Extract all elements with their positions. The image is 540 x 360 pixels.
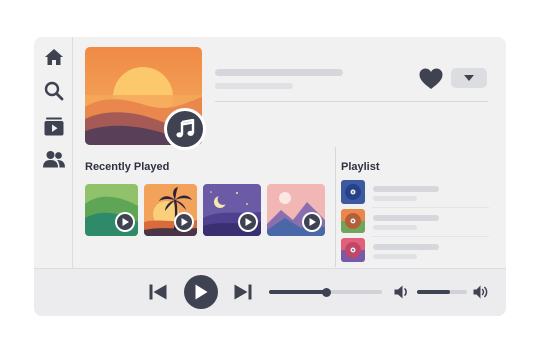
caret-down-icon [464, 75, 474, 81]
play-icon [122, 218, 129, 226]
sidebar [34, 37, 73, 268]
playlist-row-divider [372, 236, 489, 237]
playlist-item-2[interactable] [341, 209, 489, 233]
sidebar-item-home[interactable] [41, 45, 67, 69]
playlist-item-subtitle-placeholder [373, 196, 417, 201]
play-button[interactable] [184, 275, 218, 309]
playlist-item-subtitle-placeholder [373, 225, 417, 230]
playlist-item-subtitle-placeholder [373, 254, 417, 259]
play-icon [181, 218, 188, 226]
playlist-row-divider [372, 207, 489, 208]
playlist-title: Playlist [341, 161, 380, 173]
like-button[interactable] [419, 68, 443, 90]
recent-play-button[interactable] [238, 212, 258, 232]
volume-fill [417, 290, 450, 294]
playlist-item-3[interactable] [341, 238, 489, 262]
volume-low-button[interactable] [394, 284, 410, 300]
recent-play-button[interactable] [115, 212, 135, 232]
next-button[interactable] [233, 283, 253, 301]
vinyl-orange-art [341, 209, 365, 233]
music-note-badge [164, 108, 206, 150]
sidebar-item-library[interactable] [41, 114, 67, 138]
music-note-icon [176, 119, 195, 138]
progress-knob[interactable] [322, 287, 332, 297]
volume-high-icon [473, 285, 488, 299]
recent-item-4[interactable] [267, 184, 325, 236]
skip-back-icon [149, 284, 167, 300]
search-icon [44, 81, 64, 101]
previous-button[interactable] [148, 283, 168, 301]
track-artist-placeholder [215, 83, 293, 89]
play-icon [195, 284, 208, 300]
skip-forward-icon [234, 284, 252, 300]
playlist-item-art [341, 238, 365, 262]
sidebar-item-friends[interactable] [41, 147, 67, 171]
volume-low-icon [394, 285, 407, 299]
library-play-icon [44, 117, 64, 135]
home-icon [45, 49, 63, 65]
track-title-placeholder [215, 69, 343, 76]
progress-fill [269, 290, 327, 294]
playlist-item-title-placeholder [373, 186, 439, 192]
users-icon [43, 151, 65, 168]
heart-icon [419, 68, 443, 89]
recent-play-button[interactable] [302, 212, 322, 232]
playlist-item-art [341, 180, 365, 204]
playlist-item-title-placeholder [373, 215, 439, 221]
sidebar-item-search[interactable] [41, 79, 67, 103]
vinyl-pink-art [341, 238, 365, 262]
recent-item-3[interactable] [203, 184, 261, 236]
play-icon [245, 218, 252, 226]
header-divider [215, 101, 488, 102]
recent-item-2[interactable] [144, 184, 197, 236]
player-bar [34, 268, 506, 316]
volume-slider[interactable] [417, 290, 467, 294]
volume-high-button[interactable] [473, 284, 489, 300]
more-options-dropdown[interactable] [451, 68, 487, 88]
vinyl-blue-art [341, 180, 365, 204]
playlist-item-art [341, 209, 365, 233]
play-icon [309, 218, 316, 226]
playlist-item-1[interactable] [341, 180, 489, 204]
content-divider [335, 147, 336, 267]
recent-play-button[interactable] [174, 212, 194, 232]
progress-slider[interactable] [269, 287, 382, 297]
music-player-window: Recently Played Playlist [34, 37, 506, 316]
recent-item-1[interactable] [85, 184, 138, 236]
recently-played-title: Recently Played [85, 161, 170, 173]
playlist-item-title-placeholder [373, 244, 439, 250]
